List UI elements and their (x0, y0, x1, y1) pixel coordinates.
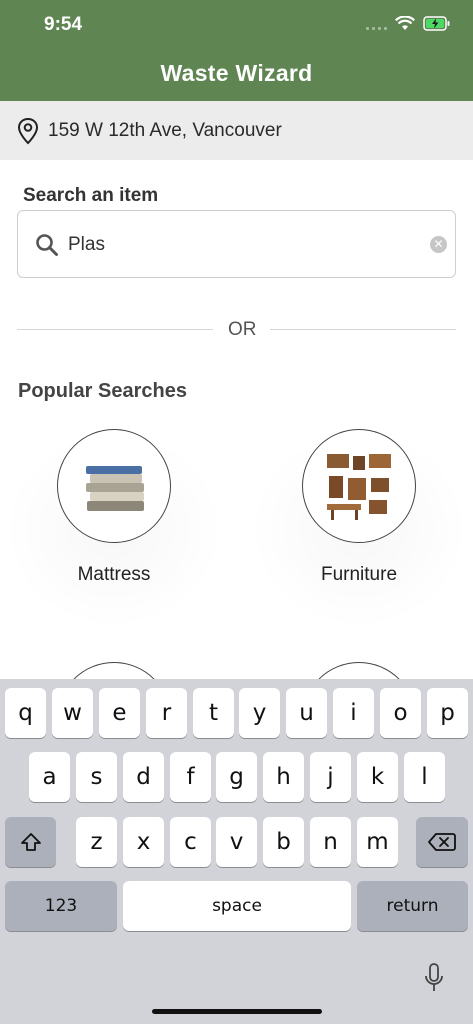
key[interactable]: l (404, 752, 445, 802)
key[interactable]: s (76, 752, 117, 802)
or-text: OR (228, 319, 257, 340)
app-header: 9:54 Waste Wizard (0, 0, 473, 101)
key[interactable]: p (427, 688, 468, 738)
search-box[interactable]: ✕ (17, 210, 456, 278)
key[interactable]: u (286, 688, 327, 738)
popular-item-mattress[interactable]: Mattress (4, 429, 224, 629)
backspace-icon (428, 833, 456, 851)
search-icon (36, 234, 58, 256)
delete-key[interactable] (416, 817, 468, 867)
popular-searches-title: Popular Searches (18, 380, 187, 402)
key[interactable]: k (357, 752, 398, 802)
search-label: Search an item (23, 185, 159, 206)
search-input[interactable] (68, 229, 418, 261)
page-title: Waste Wizard (160, 60, 313, 86)
key[interactable]: d (123, 752, 164, 802)
home-indicator[interactable] (152, 1009, 322, 1014)
location-bar[interactable]: 159 W 12th Ave, Vancouver (0, 101, 473, 160)
divider-line-left (17, 329, 213, 330)
key[interactable]: c (170, 817, 211, 867)
key[interactable]: z (76, 817, 117, 867)
divider-line-right (270, 329, 456, 330)
key[interactable]: x (123, 817, 164, 867)
furniture-icon (327, 454, 391, 520)
status-icons (366, 16, 451, 31)
numbers-key[interactable]: 123 (5, 881, 117, 931)
popular-item-label: Furniture (320, 564, 398, 585)
status-time: 9:54 (44, 14, 83, 35)
return-key[interactable]: return (357, 881, 468, 931)
key[interactable]: g (216, 752, 257, 802)
key[interactable]: t (193, 688, 234, 738)
key[interactable]: n (310, 817, 351, 867)
key[interactable]: e (99, 688, 140, 738)
key[interactable]: q (5, 688, 46, 738)
or-divider: OR (17, 318, 456, 342)
shift-icon (20, 833, 41, 851)
key[interactable]: h (263, 752, 304, 802)
key[interactable]: m (357, 817, 398, 867)
key[interactable]: y (239, 688, 280, 738)
key[interactable]: i (333, 688, 374, 738)
key[interactable]: o (380, 688, 421, 738)
key[interactable]: f (170, 752, 211, 802)
key[interactable]: b (263, 817, 304, 867)
popular-item-label: Mattress (77, 564, 151, 585)
mattress-image (57, 429, 171, 543)
signal-icon (366, 18, 387, 30)
wifi-icon (395, 16, 415, 30)
battery-charging-icon (423, 16, 450, 31)
microphone-icon[interactable] (423, 962, 445, 994)
shift-key[interactable] (5, 817, 56, 867)
key[interactable]: r (146, 688, 187, 738)
key[interactable]: w (52, 688, 93, 738)
location-pin-icon (17, 117, 39, 144)
popular-item-furniture[interactable]: Furniture (249, 429, 469, 629)
clear-icon[interactable]: ✕ (430, 236, 447, 253)
key[interactable]: j (310, 752, 351, 802)
furniture-image (302, 429, 416, 543)
space-key[interactable]: space (123, 881, 351, 931)
mattress-icon (86, 466, 144, 511)
key[interactable]: a (29, 752, 70, 802)
location-address: 159 W 12th Ave, Vancouver (48, 119, 282, 141)
keyboard: q w e r t y u i o p a s d f g h j k l z … (0, 679, 473, 1024)
key[interactable]: v (216, 817, 257, 867)
